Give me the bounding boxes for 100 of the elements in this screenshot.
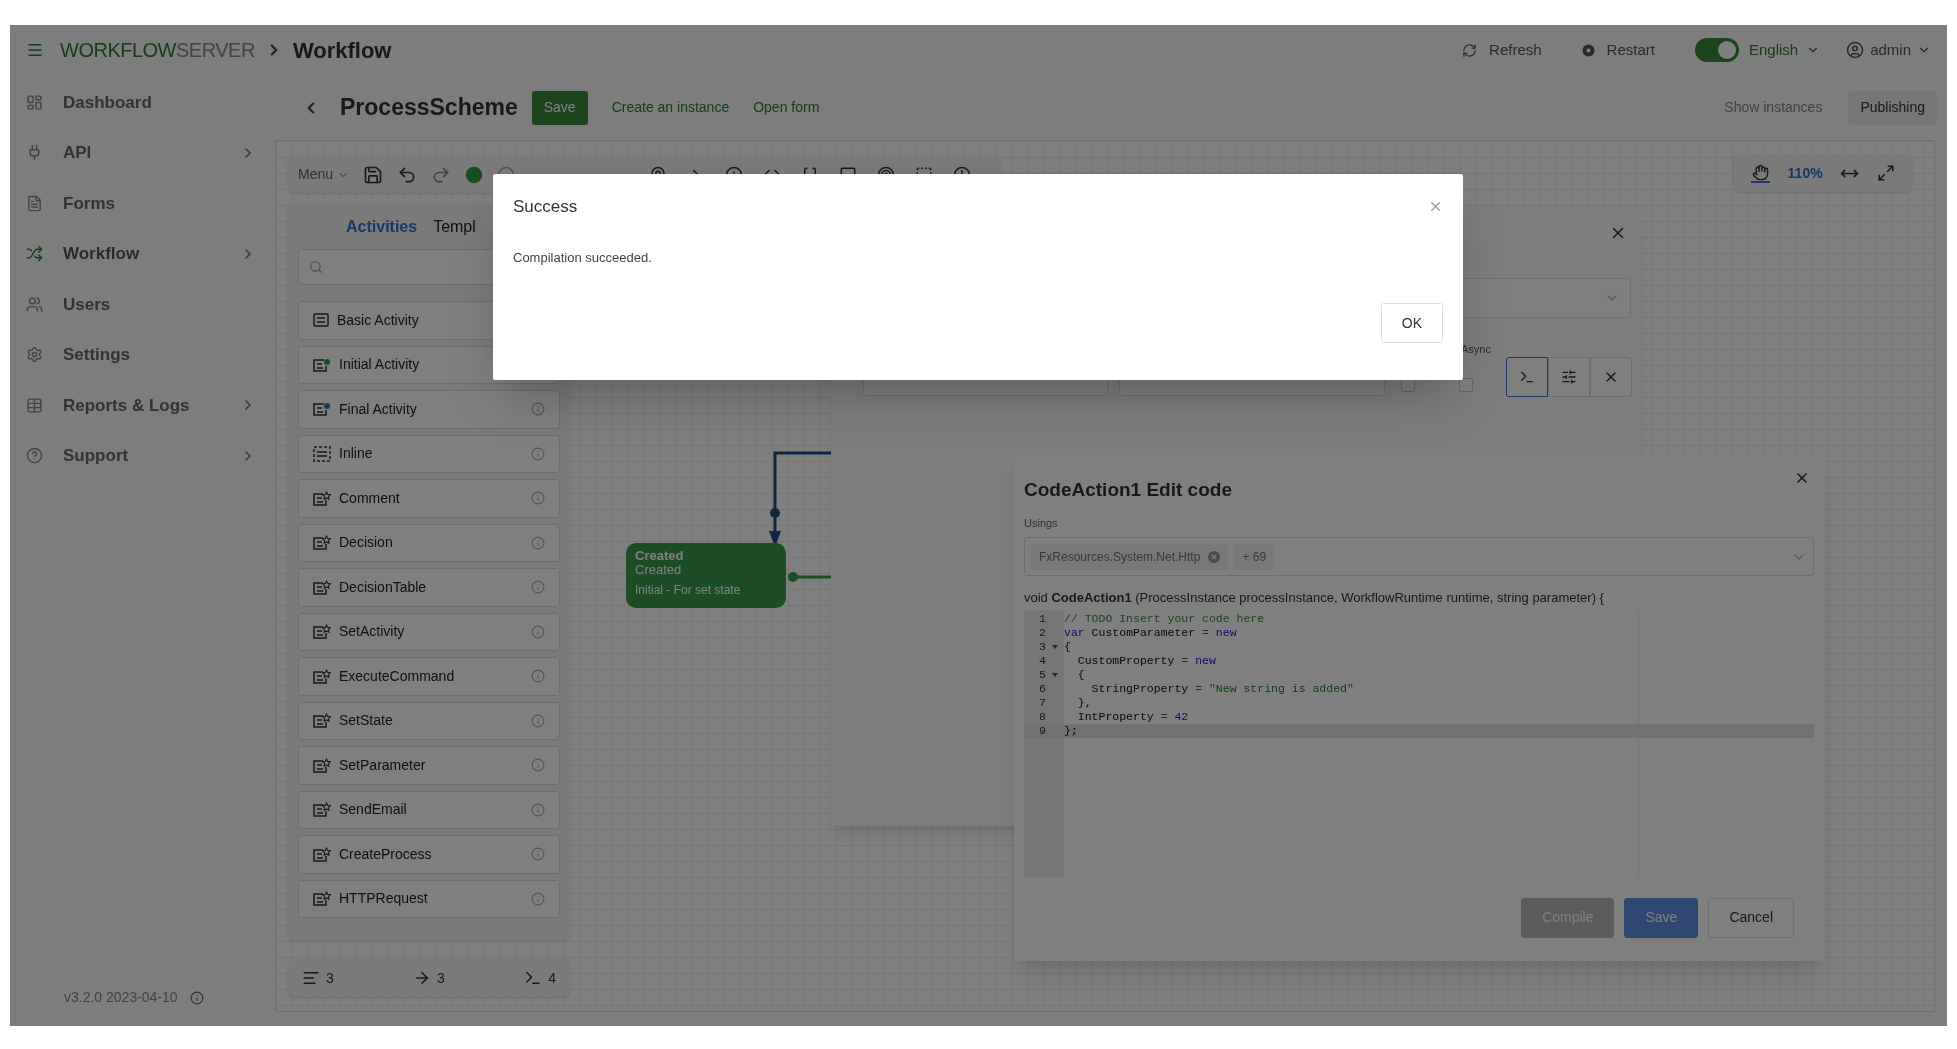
header-tab[interactable]: Publishing [1848,90,1937,125]
activity-item[interactable]: HTTPRequest [298,879,560,918]
sidebar-item[interactable]: Reports & Logs [10,380,272,431]
menu-icon[interactable] [26,41,44,59]
dashboard-icon [26,93,43,111]
zoom-level[interactable]: 110% [1787,162,1823,184]
header-tab[interactable]: Show instances [1712,90,1835,125]
sidebar-item[interactable]: Support [10,430,272,481]
table-icon [26,396,43,414]
toolbar-link[interactable]: Create an instance [611,97,730,118]
state-node[interactable]: Created Created Initial - For set state [626,543,786,608]
line-number: 2 [1038,625,1046,640]
settings-button[interactable] [1548,357,1590,397]
fold-caret-icon[interactable] [1052,672,1058,677]
fullscreen-icon[interactable] [1877,164,1896,182]
info-icon[interactable] [531,624,545,639]
star-activity-icon [313,624,331,640]
panel-tab[interactable]: Activities [346,215,418,239]
sidebar-item[interactable]: Forms [10,178,272,229]
activity-dot-icon [313,402,331,417]
status-icon[interactable] [465,165,484,184]
code-line: { [1076,667,1085,682]
code-line: IntProperty = 42 [1076,709,1189,724]
theme-toggle[interactable] [1694,38,1739,62]
activity-item[interactable]: SetState [298,701,560,740]
panel-tab[interactable]: Templ [433,215,476,239]
remove-icon[interactable] [1208,550,1221,563]
terminal-icon [1519,369,1535,385]
info-icon[interactable] [531,535,545,550]
sidebar-item[interactable]: Dashboard [10,77,272,128]
activity-item[interactable]: SendEmail [298,790,560,829]
dialog-title: CodeAction1 Edit code [1024,478,1232,502]
activity-item[interactable]: ExecuteCommand [298,657,560,696]
fold-caret-icon[interactable] [1052,644,1058,649]
counter[interactable]: 3 [302,967,334,989]
code-line: }; [1064,723,1078,738]
terminal-icon [524,969,543,987]
star-activity-icon [313,535,331,551]
star-activity-icon [313,668,331,684]
ok-button[interactable]: OK [1380,303,1443,343]
activity-item[interactable]: DecisionTable [298,568,560,607]
info-icon[interactable] [531,758,545,773]
activity-item[interactable]: Comment [298,479,560,518]
more-tag[interactable]: + 69 [1234,543,1275,570]
node-state: Created [635,563,683,577]
info-icon[interactable] [531,847,545,862]
version-label: v3.2.0 2023-04-10 [64,988,178,1007]
help-icon [26,447,43,465]
info-icon[interactable] [531,402,545,417]
sidebar-item[interactable]: API [10,127,272,178]
info-icon[interactable] [531,891,545,906]
info-icon[interactable] [531,580,545,595]
checkbox[interactable] [1459,378,1473,392]
save-button[interactable]: Save [531,90,588,125]
activity-item[interactable]: CreateProcess [298,835,560,874]
redo-icon[interactable] [431,164,452,185]
info-icon[interactable] [531,669,545,684]
code-line: var CustomParameter = new [1064,625,1237,640]
sidebar-item[interactable]: Settings [10,329,272,380]
using-tag[interactable]: FxResources.System.Net.Http [1031,543,1229,570]
refresh-button[interactable]: Refresh [1462,38,1542,62]
sidebar-item[interactable]: Users [10,279,272,330]
delete-button[interactable] [1590,357,1632,397]
menu-dropdown[interactable]: Menu [298,164,350,185]
activity-item[interactable]: SetParameter [298,746,560,785]
activity-dot-icon [313,357,331,372]
user-icon [1846,41,1865,59]
star-activity-icon [313,713,331,729]
restart-button[interactable]: Restart [1581,38,1655,62]
dialog-button[interactable]: Cancel [1708,897,1794,938]
star-activity-icon [313,579,331,595]
info-icon[interactable] [531,491,545,506]
activity-item[interactable]: SetActivity [298,612,560,651]
info-icon[interactable] [531,446,545,461]
code-line: // TODO Insert your code here [1064,611,1265,626]
toolbar-link[interactable]: Open form [753,97,820,118]
restart-icon [1581,43,1595,57]
code-editor[interactable]: 1 // TODO Insert your code here 2 var CustomParameter = new 3 { 4 CustomProperty = new 5 { 6 StringProperty = "New string is added" 7 }, 8 IntProperty = 42 9 }; [1024,609,1814,877]
hand-icon[interactable] [1750,163,1770,183]
sidebar-item[interactable]: Workflow [10,228,272,279]
code-button[interactable] [1506,357,1548,397]
dialog-button[interactable]: Save [1624,897,1699,938]
modal-message: Compilation succeeded. [513,248,652,267]
info-icon[interactable] [189,990,204,1005]
document-icon [26,194,43,212]
counter[interactable]: 4 [524,967,556,989]
line-number: 7 [1038,695,1046,710]
counter[interactable]: 3 [413,967,445,989]
activity-item[interactable]: Final Activity [298,390,560,429]
close-icon[interactable] [1794,470,1810,486]
save-icon[interactable] [363,164,384,185]
usings-select[interactable]: FxResources.System.Net.Http + 69 [1024,537,1814,576]
user-menu[interactable]: admin [1846,38,1931,62]
info-icon[interactable] [531,713,545,728]
language-dropdown[interactable]: English [1748,38,1821,62]
activity-item[interactable]: Decision [298,523,560,562]
activity-item[interactable]: Inline [298,434,560,473]
brand-logo[interactable]: WORKFLOWSERVER [60,35,255,65]
star-activity-icon [313,802,331,818]
info-icon[interactable] [531,802,545,817]
